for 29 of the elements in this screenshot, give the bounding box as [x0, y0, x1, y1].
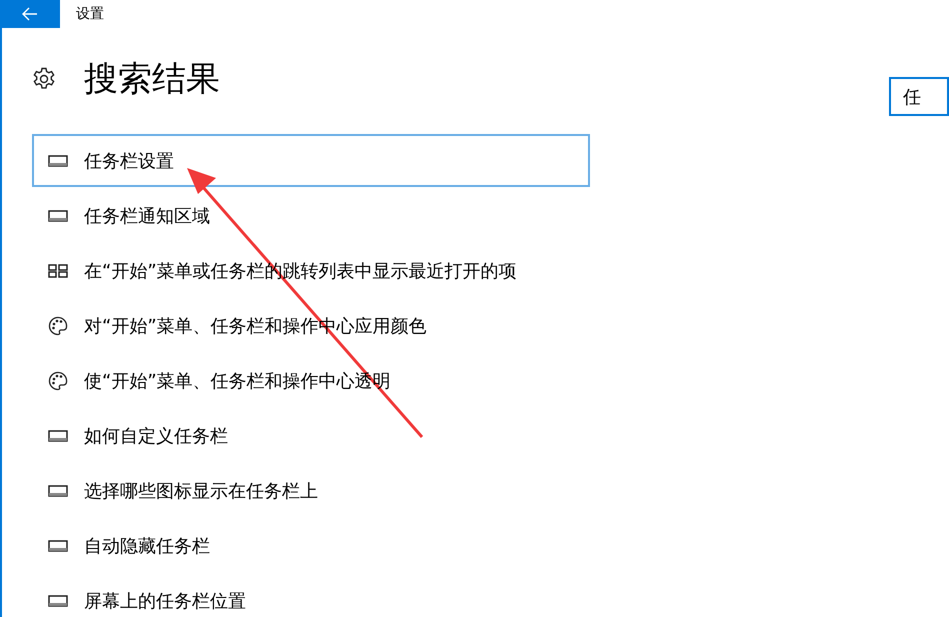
tiles-icon [48, 264, 68, 278]
taskbar-icon [48, 594, 68, 606]
result-label: 选择哪些图标显示在任务栏上 [84, 480, 318, 502]
search-result-item[interactable]: 任务栏设置 [32, 134, 590, 187]
search-result-item[interactable]: 选择哪些图标显示在任务栏上 [32, 464, 320, 517]
search-result-item[interactable]: 任务栏通知区域 [32, 189, 212, 242]
result-label: 任务栏设置 [84, 150, 174, 172]
taskbar-icon [48, 540, 68, 552]
taskbar-icon [48, 154, 68, 166]
result-label: 自动隐藏任务栏 [84, 534, 210, 558]
page-heading: 搜索结果 [84, 58, 220, 101]
palette-icon [48, 370, 68, 390]
search-result-item[interactable]: 屏幕上的任务栏位置 [32, 574, 248, 617]
result-label: 任务栏通知区域 [84, 204, 210, 228]
taskbar-icon [48, 484, 68, 496]
taskbar-icon [48, 210, 68, 222]
search-result-item[interactable]: 如何自定义任务栏 [32, 409, 230, 462]
result-label: 如何自定义任务栏 [84, 424, 228, 448]
back-arrow-icon [22, 7, 38, 21]
search-field[interactable]: 任 [889, 77, 949, 116]
result-label: 使“开始”菜单、任务栏和操作中心透明 [84, 370, 391, 392]
window-title: 设置 [76, 5, 104, 23]
settings-icon [32, 67, 56, 91]
back-button[interactable] [2, 0, 60, 28]
palette-icon [48, 316, 68, 336]
search-result-item[interactable]: 自动隐藏任务栏 [32, 519, 212, 572]
result-label: 屏幕上的任务栏位置 [84, 590, 246, 612]
search-result-item[interactable]: 使“开始”菜单、任务栏和操作中心透明 [32, 354, 393, 407]
taskbar-icon [48, 430, 68, 442]
